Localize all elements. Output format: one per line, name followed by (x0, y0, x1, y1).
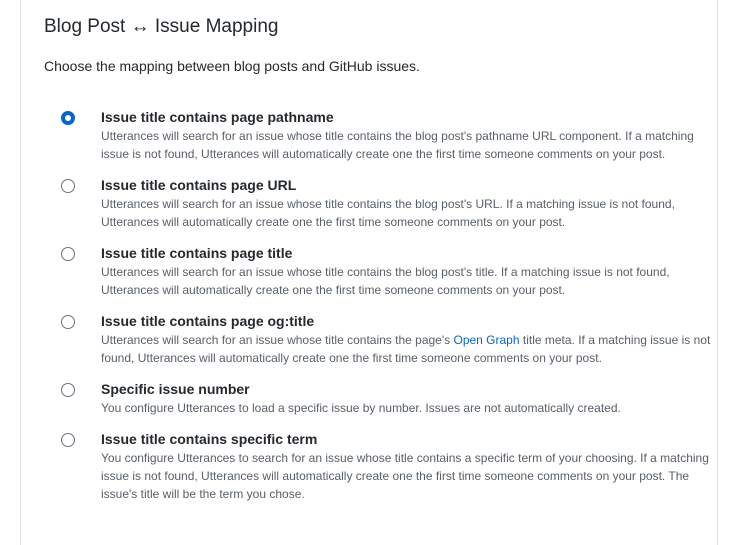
mapping-options: Issue title contains page pathname Utter… (61, 108, 711, 516)
option-issue-number[interactable]: Specific issue number You configure Utte… (61, 380, 711, 417)
description-text: Utterances will search for an issue whos… (101, 333, 454, 347)
option-title[interactable]: Issue title contains page title Utteranc… (61, 244, 711, 299)
option-label[interactable]: Issue title contains page URL (101, 176, 711, 194)
option-description: You configure Utterances to search for a… (101, 451, 709, 501)
option-description: Utterances will search for an issue whos… (101, 331, 711, 367)
option-label[interactable]: Issue title contains specific term (101, 430, 711, 448)
option-specific-term[interactable]: Issue title contains specific term You c… (61, 430, 711, 503)
mapping-panel: Blog Post ↔ Issue Mapping Choose the map… (20, 0, 718, 545)
radio-pathname[interactable] (61, 111, 75, 125)
section-subtitle: Choose the mapping between blog posts an… (44, 58, 420, 74)
radio-og-title[interactable] (61, 315, 75, 329)
option-description: Utterances will search for an issue whos… (101, 265, 670, 297)
option-og-title[interactable]: Issue title contains page og:title Utter… (61, 312, 711, 367)
option-label[interactable]: Specific issue number (101, 380, 711, 398)
section-title: Blog Post ↔ Issue Mapping (44, 16, 279, 37)
option-label[interactable]: Issue title contains page pathname (101, 108, 711, 126)
radio-specific-term[interactable] (61, 433, 75, 447)
radio-title[interactable] (61, 247, 75, 261)
option-url[interactable]: Issue title contains page URL Utterances… (61, 176, 711, 231)
option-label[interactable]: Issue title contains page title (101, 244, 711, 262)
option-description: You configure Utterances to load a speci… (101, 401, 621, 415)
page: Blog Post ↔ Issue Mapping Choose the map… (0, 0, 741, 545)
option-description: Utterances will search for an issue whos… (101, 129, 694, 161)
option-label[interactable]: Issue title contains page og:title (101, 312, 711, 330)
option-description: Utterances will search for an issue whos… (101, 197, 675, 229)
radio-url[interactable] (61, 179, 75, 193)
option-pathname[interactable]: Issue title contains page pathname Utter… (61, 108, 711, 163)
radio-issue-number[interactable] (61, 383, 75, 397)
open-graph-link[interactable]: Open Graph (453, 333, 519, 347)
